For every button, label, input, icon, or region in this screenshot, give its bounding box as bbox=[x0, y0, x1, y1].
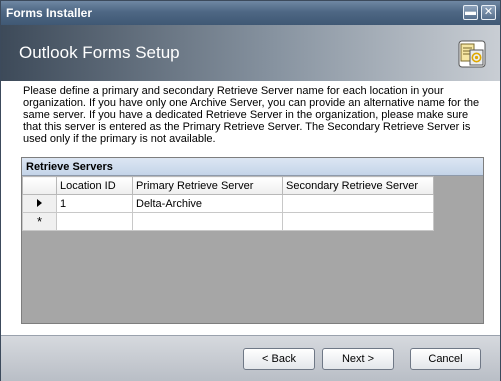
page-heading: Outlook Forms Setup bbox=[19, 43, 180, 62]
new-cell-location-id[interactable] bbox=[56, 212, 133, 231]
title-bar[interactable]: Forms Installer ▬ ✕ bbox=[1, 1, 500, 25]
new-row-asterisk-icon: * bbox=[36, 213, 43, 229]
cell-location-id[interactable]: 1 bbox=[56, 194, 133, 213]
back-button[interactable]: < Back bbox=[243, 348, 315, 370]
column-header-primary-server[interactable]: Primary Retrieve Server bbox=[132, 176, 283, 195]
new-cell-primary-server[interactable] bbox=[132, 212, 283, 231]
cell-secondary-server[interactable] bbox=[282, 194, 434, 213]
table-row[interactable]: 1 Delta-Archive bbox=[22, 194, 434, 213]
window-title: Forms Installer bbox=[6, 6, 93, 20]
next-button[interactable]: Next > bbox=[322, 348, 394, 370]
header-banner: Outlook Forms Setup bbox=[1, 25, 500, 81]
forms-install-icon bbox=[458, 40, 486, 68]
column-header-secondary-server[interactable]: Secondary Retrieve Server bbox=[282, 176, 434, 195]
new-row[interactable]: * bbox=[22, 212, 434, 231]
cell-primary-server[interactable]: Delta-Archive bbox=[132, 194, 283, 213]
grid-caption: Retrieve Servers bbox=[22, 158, 483, 176]
forms-installer-window: Forms Installer ▬ ✕ Outlook Forms Setup … bbox=[0, 0, 501, 381]
minimize-button[interactable]: ▬ bbox=[463, 5, 478, 20]
grid-header-row: Location ID Primary Retrieve Server Seco… bbox=[22, 176, 434, 195]
current-row-arrow-icon bbox=[37, 198, 42, 207]
row-selector-header bbox=[22, 176, 57, 195]
button-bar: < Back Next > Cancel bbox=[1, 335, 500, 381]
cancel-button[interactable]: Cancel bbox=[410, 348, 481, 370]
new-cell-secondary-server[interactable] bbox=[282, 212, 434, 231]
instructions-text: Please define a primary and secondary Re… bbox=[23, 85, 480, 145]
retrieve-servers-grid: Retrieve Servers Location ID Primary Ret… bbox=[21, 157, 484, 324]
grid-table: Location ID Primary Retrieve Server Seco… bbox=[22, 176, 434, 231]
column-header-location-id[interactable]: Location ID bbox=[56, 176, 133, 195]
close-button[interactable]: ✕ bbox=[481, 5, 496, 20]
new-row-selector[interactable]: * bbox=[22, 212, 57, 231]
row-selector[interactable] bbox=[22, 194, 57, 213]
